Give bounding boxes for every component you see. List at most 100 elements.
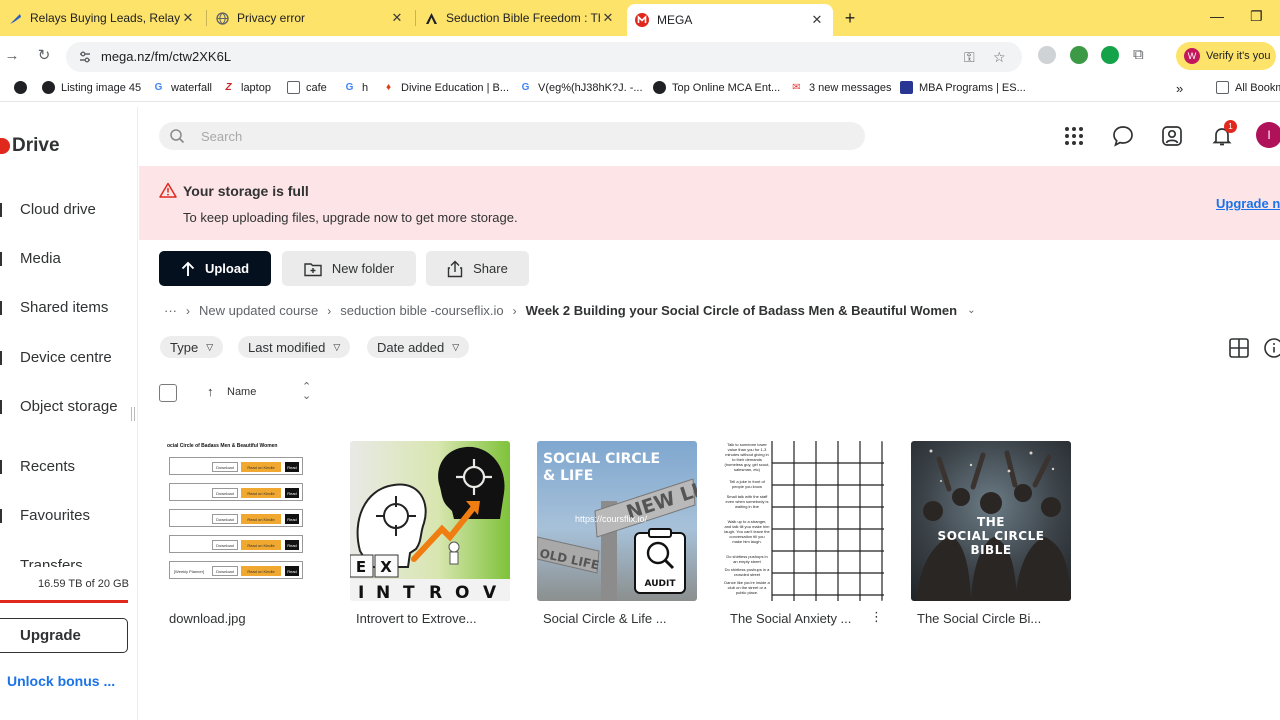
address-bar[interactable]: mega.nz/fm/ctw2XK6L ⚿ ☆ (66, 42, 1022, 72)
brand[interactable]: Drive (0, 135, 60, 157)
bookmark-icon-only[interactable] (14, 81, 33, 94)
url-text[interactable]: mega.nz/fm/ctw2XK6L (101, 49, 231, 64)
search-bar[interactable] (159, 122, 865, 150)
tab-relays[interactable]: Relays Buying Leads, Relays Glo ✕ (0, 4, 204, 32)
reload-icon[interactable]: ↻ (34, 46, 54, 66)
forward-arrow-icon[interactable]: → (2, 46, 22, 66)
chevron-right-icon: › (327, 303, 332, 318)
feather-icon (8, 11, 22, 25)
bookmark-star-icon[interactable]: ☆ (993, 49, 1006, 66)
breadcrumb-item[interactable]: New updated course (199, 303, 318, 318)
new-tab-button[interactable]: + (840, 8, 860, 28)
filter-type[interactable]: Type ▽ (160, 336, 224, 358)
bookmark-item[interactable]: G V(eg%(hJ38hK?J. -... (519, 81, 643, 94)
tab-seduction-bible[interactable]: Seduction Bible Freedom : The ✕ (416, 4, 624, 32)
sidebar-item-recents[interactable]: Recents (20, 458, 75, 475)
sidebar-item-object-storage[interactable]: Object storage (20, 398, 118, 415)
file-thumbnail[interactable]: E X I N T R O V (350, 441, 510, 601)
file-tile[interactable]: NEW LIFE OLD LIFE AUDIT SOCIAL CIRCLE & L… (537, 441, 697, 626)
bookmark-item[interactable]: Top Online MCA Ent... (653, 81, 780, 94)
nav-icon-edge (0, 203, 2, 217)
chevron-down-icon[interactable]: ⌄ (967, 305, 975, 316)
site-settings-icon[interactable] (78, 50, 92, 64)
tab-mega[interactable]: MEGA ✕ (627, 4, 833, 36)
file-tile[interactable]: E X I N T R O V Introvert to Extrove... (350, 441, 510, 626)
sidebar-item-transfers[interactable]: Transfers (20, 557, 83, 567)
more-options-icon[interactable]: ⋮ (870, 609, 883, 625)
password-key-icon[interactable]: ⚿ (964, 49, 975, 66)
sidebar-resize-handle[interactable] (131, 407, 135, 421)
sort-ascending-icon[interactable]: ↑ (207, 384, 214, 399)
select-all-checkbox[interactable] (159, 384, 177, 402)
bookmark-item[interactable]: MBA Programs | ES... (900, 81, 1026, 94)
tab-privacy-error[interactable]: Privacy error ✕ (207, 4, 413, 32)
profile-verify-button[interactable]: W Verify it's you (1176, 42, 1276, 70)
puzzle-icon[interactable]: ⧉ (1133, 46, 1151, 64)
bookmark-item[interactable]: cafe (287, 81, 327, 94)
banner-upgrade-link[interactable]: Upgrade n (1216, 196, 1280, 211)
search-input[interactable] (201, 126, 801, 146)
sort-toggle-icon[interactable]: ⌃ ⌄ (302, 382, 311, 402)
all-bookmarks-item[interactable]: All Bookm (1216, 81, 1280, 94)
sidebar-item-cloud-drive[interactable]: Cloud drive (20, 201, 96, 218)
sidebar-item-device-centre[interactable]: Device centre (20, 349, 112, 366)
avatar: W (1184, 48, 1200, 64)
sidebar-item-shared-items[interactable]: Shared items (20, 299, 108, 316)
file-tile[interactable]: Talk to someone lower value than you for… (724, 441, 884, 626)
restore-icon[interactable]: ❐ (1250, 8, 1263, 25)
user-avatar[interactable]: I (1256, 122, 1280, 148)
chat-icon[interactable] (1111, 124, 1135, 148)
file-name[interactable]: Introvert to Extrove... (350, 611, 510, 626)
file-thumbnail[interactable]: THE SOCIAL CIRCLE BIBLE (911, 441, 1071, 601)
grammarly-icon[interactable] (1101, 46, 1119, 64)
share-button[interactable]: Share (426, 251, 529, 286)
storage-full-banner: Your storage is full To keep uploading f… (139, 166, 1280, 240)
file-tile[interactable]: ocial Circle of Badass Men & Beautiful W… (163, 441, 323, 626)
close-icon[interactable]: ✕ (389, 10, 405, 26)
upload-button[interactable]: Upload (159, 251, 271, 286)
file-name[interactable]: The Social Circle Bi... (911, 611, 1071, 626)
filter-last-modified[interactable]: Last modified ▽ (238, 336, 351, 358)
bookmarks-overflow-icon[interactable]: » (1176, 81, 1183, 96)
breadcrumb-item[interactable]: seduction bible -courseflix.io (340, 303, 503, 318)
thumb-title: THE SOCIAL CIRCLE BIBLE (937, 515, 1045, 557)
bookmark-item[interactable]: Listing image 45 (42, 81, 141, 94)
tab-title: Privacy error (237, 11, 306, 25)
sidebar-item-favourites[interactable]: Favourites (20, 507, 90, 524)
file-name[interactable]: download.jpg (163, 611, 323, 626)
extension-icon[interactable] (1070, 46, 1088, 64)
bookmark-item[interactable]: G h (343, 81, 369, 94)
close-icon[interactable]: ✕ (180, 10, 196, 26)
file-thumbnail[interactable]: Talk to someone lower value than you for… (724, 441, 884, 601)
file-name[interactable]: The Social Anxiety ... (724, 611, 884, 626)
unlock-bonus-link[interactable]: Unlock bonus ... (7, 673, 115, 689)
thumb-title: SOCIAL CIRCLE & LIFE (543, 451, 661, 484)
close-icon[interactable]: ✕ (809, 12, 825, 28)
close-icon[interactable]: ✕ (600, 10, 616, 26)
file-thumbnail[interactable]: NEW LIFE OLD LIFE AUDIT SOCIAL CIRCLE & L… (537, 441, 697, 601)
minimize-icon[interactable]: — (1210, 8, 1224, 24)
sort-name-label[interactable]: Name (227, 386, 256, 398)
mega-logo-icon (0, 138, 10, 154)
task-cell: Talk to someone lower value than you for… (724, 442, 770, 472)
bookmark-item[interactable]: Z laptop (222, 81, 271, 94)
apps-grid-icon[interactable] (1062, 124, 1086, 148)
task-cell: Do shirtless pushups in an empty street (726, 554, 768, 564)
file-name[interactable]: Social Circle & Life ... (537, 611, 697, 626)
bookmark-item[interactable]: ♦ Divine Education | B... (382, 81, 509, 94)
info-icon[interactable] (1263, 337, 1280, 359)
sidebar-item-media[interactable]: Media (20, 250, 61, 267)
bookmark-item[interactable]: G waterfall (152, 81, 212, 94)
contacts-icon[interactable] (1160, 124, 1184, 148)
breadcrumb-ellipsis[interactable]: ··· (164, 303, 177, 318)
upgrade-button[interactable]: Upgrade (0, 618, 128, 653)
filter-date-added[interactable]: Date added ▽ (367, 336, 470, 358)
folder-plus-icon (304, 262, 322, 276)
file-tile[interactable]: THE SOCIAL CIRCLE BIBLE The Social Circle … (911, 441, 1071, 626)
new-folder-button[interactable]: New folder (282, 251, 416, 286)
file-thumbnail[interactable]: ocial Circle of Badass Men & Beautiful W… (163, 441, 323, 601)
bookmark-item[interactable]: ✉ 3 new messages (790, 81, 891, 94)
archive-logo-icon (424, 11, 438, 25)
extension-icon[interactable] (1038, 46, 1056, 64)
grid-view-icon[interactable] (1228, 337, 1250, 359)
